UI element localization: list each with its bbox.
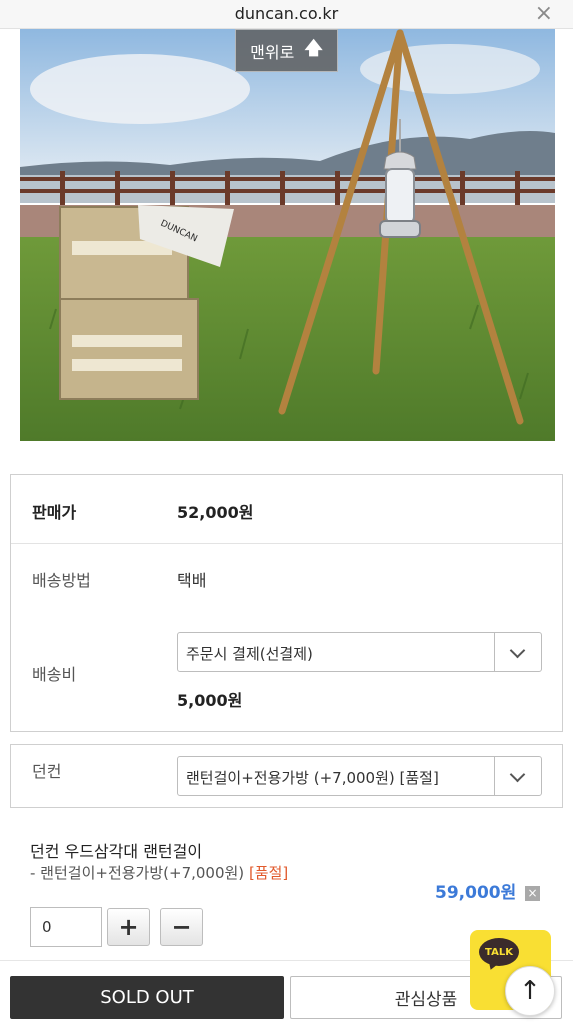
quantity-plus-button[interactable]: + [107, 908, 150, 946]
talk-bubble-icon: TALK [479, 938, 519, 966]
arrow-up-icon: 🡅 [304, 37, 323, 59]
chevron-down-icon[interactable] [494, 633, 541, 671]
back-to-top-button[interactable]: 맨위로 🡅 [235, 29, 338, 72]
remove-item-icon[interactable]: × [525, 886, 540, 901]
price-row: 판매가 52,000원 [11, 475, 562, 544]
option-select-value: 랜턴걸이+전용가방 (+7,000원) [품절] [186, 769, 439, 787]
soldout-tag: [품절] [248, 864, 289, 882]
selected-option: - 랜턴걸이+전용가방(+7,000원) [품절] [30, 862, 288, 883]
selected-option-text: - 랜턴걸이+전용가방(+7,000원) [30, 864, 249, 882]
option-select[interactable]: 랜턴걸이+전용가방 (+7,000원) [품절] [177, 756, 542, 796]
chevron-down-icon[interactable] [494, 757, 541, 795]
quantity-input[interactable]: 0 [30, 907, 102, 947]
shipping-fee-select[interactable]: 주문시 결제(선결제) [177, 632, 542, 672]
option-label: 던컨 [32, 762, 62, 781]
back-to-top-label: 맨위로 [250, 42, 295, 62]
shipping-fee-select-value: 주문시 결제(선결제) [186, 645, 313, 663]
shipping-method-value: 택배 [177, 571, 207, 590]
browser-url-bar: duncan.co.kr × [0, 0, 573, 29]
scroll-top-button[interactable]: ↑ [505, 966, 555, 1016]
product-info-table: 판매가 52,000원 배송방법 택배 배송비 주문시 결제(선결제) 5,00… [10, 474, 563, 732]
shipping-fee-value: 5,000원 [177, 691, 243, 710]
close-icon[interactable]: × [535, 1, 553, 26]
lantern-tripod-scene: DUNCAN [20, 29, 555, 441]
shipping-method-label: 배송방법 [32, 571, 91, 590]
selected-item-price: 59,000원 [435, 883, 517, 903]
quantity-minus-button[interactable]: − [160, 908, 203, 946]
price-label: 판매가 [32, 503, 77, 522]
soldout-button[interactable]: SOLD OUT [10, 976, 284, 1019]
shipping-fee-label: 배송비 [32, 665, 77, 684]
selected-product-name: 던컨 우드삼각대 랜턴걸이 [30, 842, 203, 861]
product-photo: DUNCAN [20, 29, 555, 441]
url-domain[interactable]: duncan.co.kr [0, 4, 573, 23]
option-section: 던컨 랜턴걸이+전용가방 (+7,000원) [품절] [10, 744, 563, 808]
price-value: 52,000원 [177, 503, 254, 522]
